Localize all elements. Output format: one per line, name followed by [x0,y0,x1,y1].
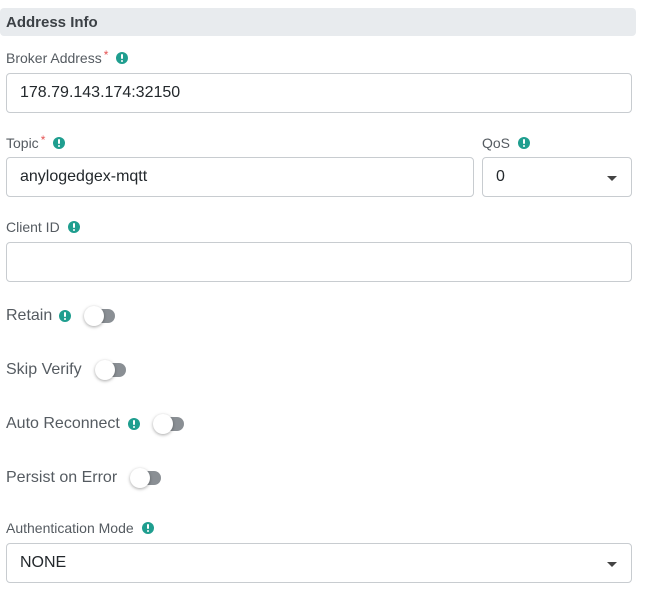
topic-label: Topic * [6,133,66,151]
toggle-knob [84,306,105,326]
required-marker: * [103,48,109,62]
client-id-label: Client ID [6,219,80,235]
required-marker: * [40,133,46,147]
skip-verify-label: Skip Verify [6,361,82,378]
auto-reconnect-label: Auto Reconnect [6,415,120,432]
broker-address-label: Broker Address * [6,48,129,66]
info-icon[interactable] [116,52,129,64]
auto-reconnect-toggle[interactable] [152,414,184,434]
auth-mode-label: Authentication Mode [6,520,154,536]
persist-on-error-toggle[interactable] [130,468,162,488]
client-id-input[interactable] [6,242,632,282]
chevron-down-icon [607,176,617,181]
chevron-down-icon [607,562,617,567]
qos-select-value: 0 [496,168,505,185]
section-title: Address Info [6,14,98,31]
info-icon[interactable] [518,137,531,149]
auth-mode-label-text: Authentication Mode [6,520,134,536]
skip-verify-row: Skip Verify [6,360,126,380]
qos-select[interactable]: 0 [482,157,632,197]
info-icon[interactable] [59,310,72,322]
retain-row: Retain [6,306,116,326]
info-icon[interactable] [53,137,66,149]
auth-mode-select-value: NONE [20,554,67,571]
persist-on-error-label: Persist on Error [6,469,118,486]
auto-reconnect-row: Auto Reconnect [6,414,184,434]
retain-toggle[interactable] [84,306,116,326]
client-id-label-text: Client ID [6,219,60,235]
topic-label-text: Topic [6,135,39,151]
toggle-knob [130,468,151,488]
skip-verify-toggle[interactable] [94,360,126,380]
info-icon[interactable] [67,221,80,233]
info-icon[interactable] [141,522,154,534]
qos-label: QoS [482,135,531,151]
qos-label-text: QoS [482,135,511,151]
info-icon[interactable] [127,418,140,430]
topic-input[interactable] [6,157,474,197]
section-header: Address Info [0,8,636,36]
broker-address-label-text: Broker Address [6,50,102,66]
toggle-knob [94,360,115,380]
toggle-knob [152,414,173,434]
persist-on-error-row: Persist on Error [6,468,162,488]
broker-address-input[interactable] [6,73,632,113]
auth-mode-select[interactable]: NONE [6,543,632,583]
retain-label: Retain [6,307,53,324]
